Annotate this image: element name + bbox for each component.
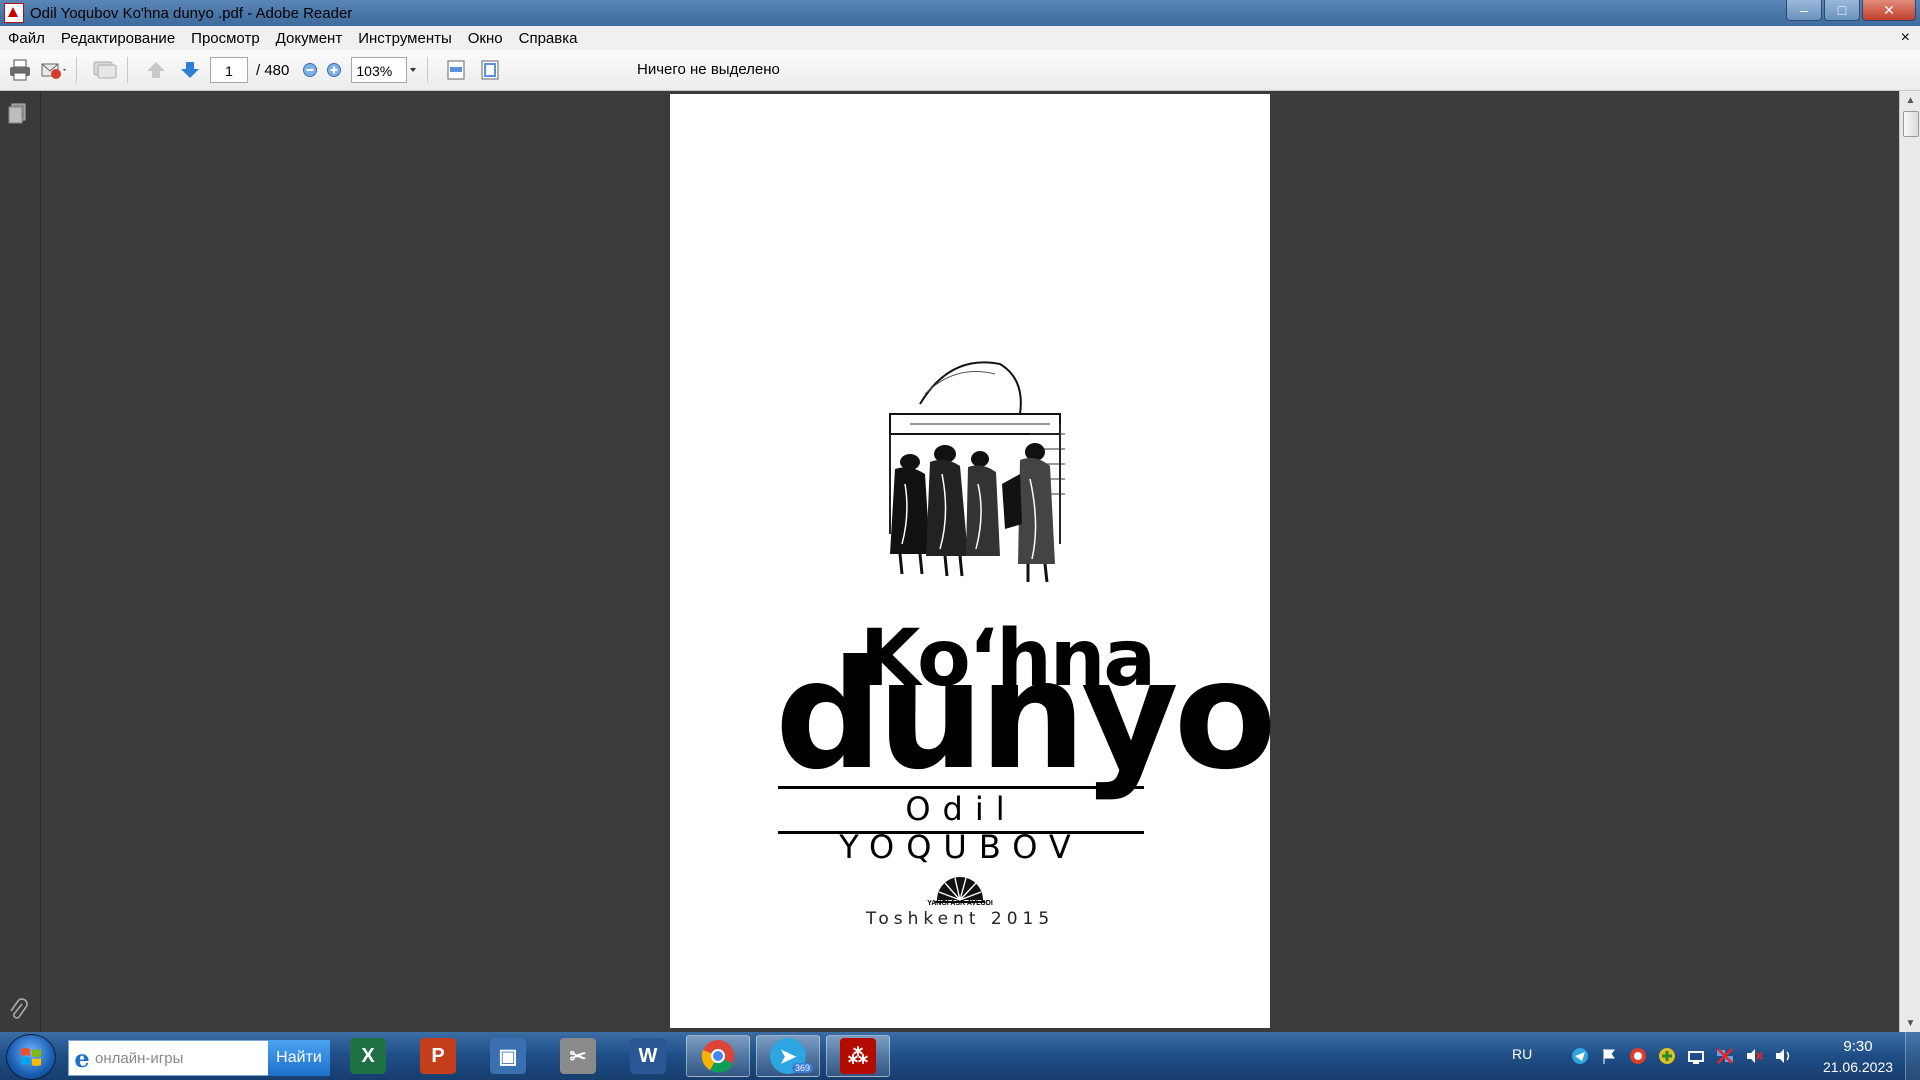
zoom-out-button[interactable] — [299, 56, 321, 84]
computer-icon: ▣ — [490, 1038, 526, 1074]
menu-file[interactable]: Файл — [0, 30, 53, 47]
language-indicator[interactable]: RU — [1512, 1046, 1532, 1062]
zoom-out-icon — [303, 63, 318, 77]
taskbar-app-snipping-tool[interactable]: ✂ — [546, 1035, 610, 1077]
attachment-icon[interactable] — [8, 998, 28, 1022]
system-tray — [1570, 1046, 1793, 1066]
update-icon[interactable] — [1657, 1046, 1677, 1066]
email-button[interactable] — [40, 56, 68, 84]
pdf-page: Ko‘hna dunyo Odil YOQUBOV YANGI ASR AVLO… — [670, 94, 1277, 1028]
selection-status: Ничего не выделено — [637, 61, 780, 78]
book-author: Odil YOQUBOV — [839, 790, 1083, 866]
document-viewport[interactable]: Ko‘hna dunyo Odil YOQUBOV YANGI ASR AVLO… — [41, 91, 1899, 1032]
antivirus-icon[interactable] — [1628, 1046, 1648, 1066]
volume-muted-icon[interactable] — [1744, 1046, 1764, 1066]
close-button[interactable]: ✕ — [1862, 0, 1916, 21]
scroll-down-button[interactable]: ▼ — [1900, 1014, 1920, 1032]
search-placeholder: онлайн-игры — [95, 1049, 184, 1067]
publisher-name: YANGI ASR AVLODI — [927, 900, 993, 907]
taskbar-app-excel[interactable]: X — [336, 1035, 400, 1077]
fit-page-button[interactable] — [476, 56, 504, 84]
divider — [778, 831, 1144, 834]
chevron-down-icon — [410, 68, 417, 72]
telegram-unread-badge: 369 — [791, 1063, 813, 1073]
document-close-button[interactable]: × — [1901, 29, 1910, 47]
previous-page-button[interactable] — [142, 56, 170, 84]
clock-time: 9:30 — [1843, 1038, 1873, 1055]
print-button[interactable] — [6, 56, 34, 84]
windows-logo-icon — [21, 1048, 41, 1066]
vertical-scrollbar[interactable]: ▲ ▼ — [1899, 91, 1920, 1032]
powerpoint-icon: P — [420, 1038, 456, 1074]
internet-explorer-icon: e — [74, 1043, 90, 1073]
arrow-up-icon — [147, 62, 165, 78]
taskbar-app-adobe-reader[interactable]: ⁂ — [826, 1035, 890, 1077]
window-titlebar: Odil Yoqubov Ko'hna dunyo .pdf - Adobe R… — [0, 0, 1920, 26]
zoom-in-icon — [327, 63, 342, 77]
toolbar-separator — [427, 57, 429, 83]
excel-icon: X — [350, 1038, 386, 1074]
toolbar: 1 / 480 103% Ничего не выделено — [0, 50, 1920, 91]
zoom-dropdown[interactable] — [407, 67, 419, 73]
page-total: / 480 — [256, 61, 290, 79]
book-title-line-2: dunyo — [775, 629, 1277, 803]
window-title: Odil Yoqubov Ko'hna dunyo .pdf - Adobe R… — [30, 4, 353, 22]
maximize-button[interactable]: □ — [1824, 0, 1860, 21]
safely-remove-hardware-icon[interactable] — [1686, 1046, 1706, 1066]
taskbar: e онлайн-игры Найти X P ▣ ✂ W ➤ 369 ⁂ RU — [0, 1032, 1920, 1080]
taskbar-app-powerpoint[interactable]: P — [406, 1035, 470, 1077]
scroll-up-button[interactable]: ▲ — [1900, 91, 1920, 109]
arrow-down-icon — [181, 62, 199, 78]
toolbar-separator — [76, 57, 77, 83]
page-number-input[interactable]: 1 — [210, 57, 248, 83]
search-button[interactable]: Найти — [268, 1040, 330, 1076]
toolbar-separator — [127, 57, 128, 83]
divider — [778, 786, 1144, 789]
menu-view[interactable]: Просмотр — [183, 30, 268, 47]
pages-panel-icon[interactable] — [8, 103, 28, 125]
menu-tools[interactable]: Инструменты — [350, 30, 460, 47]
menu-document[interactable]: Документ — [268, 30, 351, 47]
zoom-in-button[interactable] — [323, 56, 345, 84]
comment-button[interactable] — [91, 56, 119, 84]
taskbar-app-word[interactable]: W — [616, 1035, 680, 1077]
zoom-level-input[interactable]: 103% — [351, 57, 408, 83]
email-icon — [41, 63, 66, 79]
scissors-icon: ✂ — [560, 1038, 596, 1074]
minimize-button[interactable]: – — [1786, 0, 1822, 21]
comment-icon — [93, 61, 117, 79]
show-desktop-button[interactable] — [1905, 1032, 1920, 1080]
speaker-icon[interactable] — [1773, 1046, 1793, 1066]
chrome-icon — [701, 1040, 734, 1073]
fit-width-icon — [447, 60, 465, 80]
adobe-reader-icon — [4, 3, 24, 23]
network-icon[interactable] — [1715, 1046, 1735, 1066]
word-icon: W — [630, 1038, 666, 1074]
start-button[interactable] — [6, 1034, 56, 1080]
fit-page-icon — [481, 60, 499, 80]
taskbar-app-computer[interactable]: ▣ — [476, 1035, 540, 1077]
menu-window[interactable]: Окно — [460, 30, 511, 47]
fit-width-button[interactable] — [442, 56, 470, 84]
cover-illustration — [889, 361, 1065, 583]
taskbar-app-chrome[interactable] — [686, 1035, 750, 1077]
printer-icon — [10, 59, 30, 81]
clock-date: 21.06.2023 — [1822, 1059, 1894, 1075]
publication-place-year: Toshkent 2015 — [865, 909, 1055, 929]
scroll-thumb[interactable] — [1903, 111, 1919, 137]
menu-edit[interactable]: Редактирование — [53, 30, 183, 47]
next-page-button[interactable] — [176, 56, 204, 84]
system-clock[interactable]: 9:30 21.06.2023 — [1818, 1038, 1898, 1075]
menu-bar: Файл Редактирование Просмотр Документ Ин… — [0, 26, 1920, 51]
action-center-flag-icon[interactable] — [1599, 1046, 1619, 1066]
menu-help[interactable]: Справка — [511, 30, 586, 47]
adobe-reader-icon: ⁂ — [840, 1038, 876, 1074]
telegram-tray-icon[interactable] — [1570, 1046, 1590, 1066]
taskbar-search-input[interactable]: e онлайн-игры — [68, 1040, 270, 1076]
taskbar-app-telegram[interactable]: ➤ 369 — [756, 1035, 820, 1077]
navigation-panel — [0, 91, 41, 1032]
